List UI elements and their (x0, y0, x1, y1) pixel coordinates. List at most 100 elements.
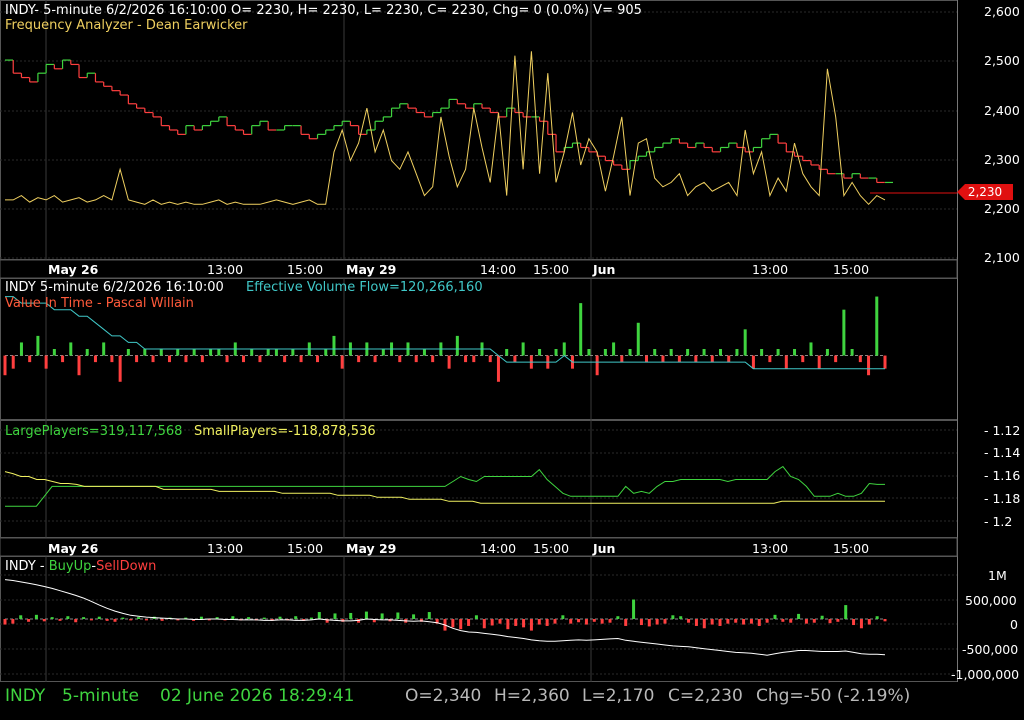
price-ytick: 2,400 (984, 103, 1020, 118)
buyup-selldown-bar (859, 619, 863, 629)
value-in-time-bar (784, 355, 788, 369)
value-in-time-bar (340, 355, 344, 369)
status-open: O=2,340 (405, 686, 482, 706)
buyup-selldown-bar (498, 619, 502, 624)
value-in-time-bar (93, 355, 97, 363)
price-ytick: 2,200 (984, 201, 1020, 216)
buysell-prefix: INDY - (5, 559, 49, 574)
buyup-selldown-bar (317, 612, 321, 619)
price-ytick: 2,300 (984, 152, 1020, 167)
buyup-selldown-bar (66, 616, 70, 619)
value-in-time-bar (702, 349, 706, 356)
value-in-time-bar (628, 349, 632, 356)
buyup-selldown-bar (482, 619, 486, 629)
value-in-time-bar (776, 349, 780, 356)
buyup-selldown-bar (734, 619, 738, 623)
buysell-buy: BuyUp (48, 559, 92, 574)
buyup-selldown-bar (608, 619, 612, 623)
buysell-ytick: -500,000 (962, 642, 1019, 657)
buysell-ytick: 0 (1010, 617, 1018, 632)
value-in-time-bar (612, 342, 616, 356)
value-in-time-bar (850, 349, 854, 356)
x-axis-label: 13:00 (207, 262, 244, 277)
value-in-time-bar (102, 342, 106, 356)
buyup-selldown-bar (144, 619, 148, 621)
value-in-time-bar (143, 349, 147, 356)
buyup-selldown-bar (58, 619, 62, 621)
value-in-time-bar (661, 355, 665, 363)
buyup-selldown-bar (459, 619, 463, 630)
buyup-selldown-bar (97, 616, 101, 619)
status-low: L=2,170 (582, 686, 655, 706)
buyup-selldown-bar (749, 619, 753, 624)
buyup-selldown-bar (545, 619, 549, 626)
value-in-time-bar (801, 355, 805, 363)
buysell-sell: SellDown (96, 559, 157, 574)
value-in-time-bar (636, 322, 640, 356)
buyup-selldown-bar (364, 611, 368, 619)
value-in-time-bar (332, 335, 336, 356)
value-in-time-bar (587, 349, 591, 356)
x-axis-strip (0, 537, 958, 557)
buysell-ytick: 500,000 (965, 593, 1017, 608)
value-in-time-bar (159, 349, 163, 356)
value-in-time-bar (381, 349, 385, 356)
buyup-selldown-bar (294, 616, 298, 619)
buyup-selldown-bar (883, 619, 887, 622)
chart-canvas[interactable] (0, 0, 1024, 720)
buyup-selldown-bar (27, 619, 31, 622)
buyup-selldown-bar (773, 614, 777, 619)
buyup-selldown-bar (592, 619, 596, 622)
x-axis-label: May 26 (48, 541, 99, 556)
value-in-time-bar (357, 355, 361, 363)
value-in-time-bar (19, 342, 23, 356)
buyup-selldown-bar (647, 619, 651, 627)
value-in-time-bar (719, 349, 723, 356)
x-axis-label: 15:00 (833, 262, 870, 277)
buyup-selldown-bar (129, 619, 133, 621)
value-in-time-bar (69, 342, 73, 356)
value-in-time-bar (118, 355, 122, 382)
value-in-time-bar (151, 355, 155, 363)
buyup-selldown-bar (105, 619, 109, 621)
buyup-selldown-bar (231, 616, 235, 619)
value-in-time-bar (793, 349, 797, 356)
x-axis-strip (0, 259, 958, 279)
status-interval: 5-minute (62, 686, 139, 706)
value-in-time-bar (768, 355, 772, 363)
x-axis-label: 15:00 (833, 541, 870, 556)
value-in-time-bar (192, 349, 196, 356)
value-in-time-bar (242, 355, 246, 363)
large-players-label: LargePlayers=319,117,568 (5, 424, 183, 439)
volume-header-left: INDY 5-minute 6/2/2026 16:10:00 (5, 280, 224, 295)
value-in-time-bar (825, 349, 829, 356)
buyup-selldown-bar (199, 616, 203, 619)
buyup-selldown-bar (687, 619, 691, 623)
buyup-selldown-bar (380, 613, 384, 619)
value-in-time-bar (258, 355, 262, 363)
price-subtitle: Frequency Analyzer - Dean Earwicker (5, 18, 248, 33)
volume-header-right: Effective Volume Flow=120,266,160 (246, 280, 483, 295)
buyup-selldown-bar (522, 619, 526, 628)
x-axis-label: 15:00 (533, 262, 570, 277)
value-in-time-bar (694, 355, 698, 363)
status-datetime: 02 June 2026 18:29:41 (160, 686, 355, 706)
buyup-selldown-bar (867, 619, 871, 625)
status-symbol: INDY (5, 686, 46, 706)
value-in-time-bar (283, 355, 287, 363)
value-in-time-bar (603, 349, 607, 356)
value-in-time-bar (291, 349, 295, 356)
buyup-selldown-bar (74, 619, 78, 623)
x-axis-label: 14:00 (480, 541, 517, 556)
buyup-selldown-bar (19, 615, 23, 619)
value-in-time-bar (414, 355, 418, 363)
buyup-selldown-bar (742, 619, 746, 625)
players-ytick: - 1.12 (984, 423, 1021, 438)
value-in-time-bar (834, 355, 838, 363)
value-in-time-bar (126, 349, 130, 356)
value-in-time-bar (324, 349, 328, 356)
value-in-time-bar (472, 355, 476, 363)
price-ytick: 2,100 (984, 250, 1020, 265)
buyup-selldown-bar (781, 619, 785, 622)
last-price-badge: 2,230 (957, 184, 1013, 200)
